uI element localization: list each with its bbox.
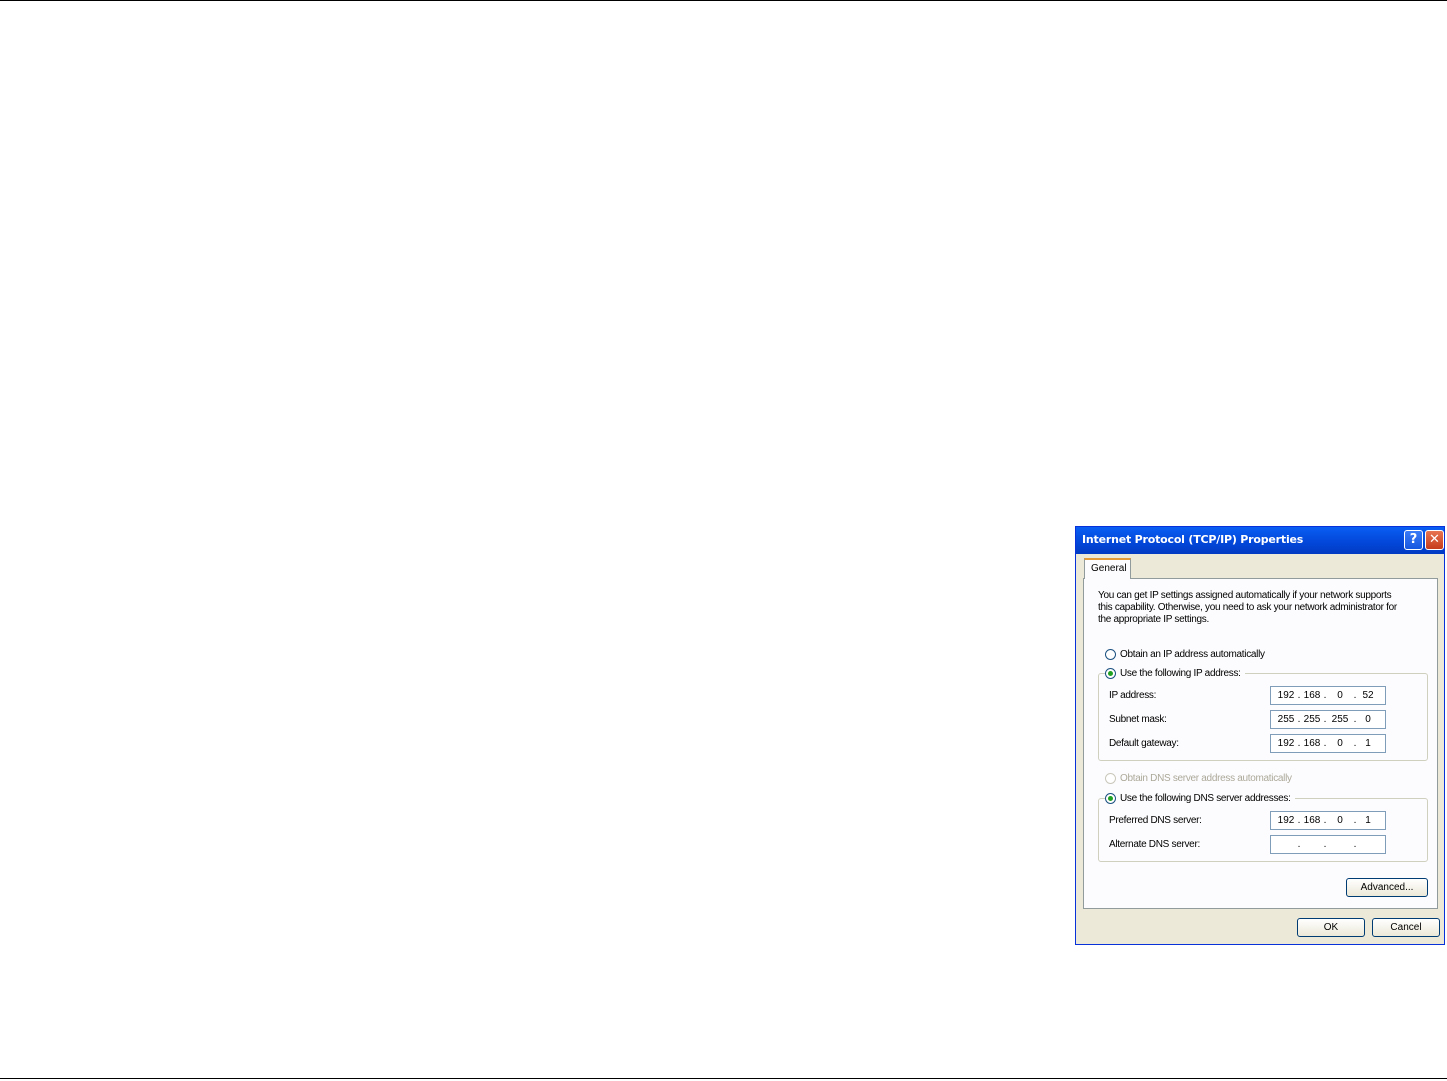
description-text: You can get IP settings assigned automat…: [1098, 590, 1428, 626]
description-line-3: the appropriate IP settings.: [1098, 614, 1209, 625]
adns-dot: .: [1323, 839, 1327, 850]
bottom-rule: [0, 1078, 1447, 1079]
ip-dot: .: [1323, 690, 1327, 701]
tcpip-properties-dialog: Internet Protocol (TCP/IP) Properties ? …: [1075, 526, 1445, 945]
help-icon: ?: [1409, 532, 1418, 547]
subnet-dot: .: [1323, 714, 1327, 725]
close-button[interactable]: ✕: [1425, 530, 1444, 550]
dns-auto-label: Obtain DNS server address automatically: [1120, 773, 1292, 784]
description-line-1: You can get IP settings assigned automat…: [1098, 590, 1392, 601]
gateway-octet-2[interactable]: 168: [1301, 738, 1323, 749]
top-rule: [0, 0, 1447, 1]
subnet-octet-1[interactable]: 255: [1275, 714, 1297, 725]
title-bar[interactable]: Internet Protocol (TCP/IP) Properties ? …: [1076, 527, 1444, 554]
cancel-button[interactable]: Cancel: [1372, 918, 1440, 937]
subnet-mask-field[interactable]: 255 . 255 . 255 . 0: [1270, 710, 1386, 729]
dns-manual-option[interactable]: Use the following DNS server addresses:: [1105, 793, 1295, 804]
pdns-octet-4[interactable]: 1: [1357, 815, 1379, 826]
subnet-mask-label: Subnet mask:: [1109, 714, 1167, 725]
ok-button[interactable]: OK: [1297, 918, 1365, 937]
ip-manual-option[interactable]: Use the following IP address:: [1105, 668, 1245, 679]
ip-octet-2[interactable]: 168: [1301, 690, 1323, 701]
preferred-dns-field[interactable]: 192 . 168 . 0 . 1: [1270, 811, 1386, 830]
ip-address-field[interactable]: 192 . 168 . 0 . 52: [1270, 686, 1386, 705]
adns-dot: .: [1353, 839, 1357, 850]
ip-auto-label: Obtain an IP address automatically: [1120, 649, 1265, 660]
dns-auto-radio[interactable]: [1105, 773, 1116, 784]
ip-auto-radio[interactable]: [1105, 649, 1116, 660]
subnet-octet-4[interactable]: 0: [1357, 714, 1379, 725]
pdns-octet-3[interactable]: 0: [1329, 815, 1351, 826]
pdns-dot: .: [1323, 815, 1327, 826]
subnet-octet-3[interactable]: 255: [1329, 714, 1351, 725]
ip-manual-radio[interactable]: [1105, 668, 1116, 679]
default-gateway-label: Default gateway:: [1109, 738, 1179, 749]
description-line-2: this capability. Otherwise, you need to …: [1098, 602, 1397, 613]
adns-dot: .: [1297, 839, 1301, 850]
general-panel: You can get IP settings assigned automat…: [1083, 578, 1438, 909]
ip-auto-option[interactable]: Obtain an IP address automatically: [1105, 649, 1265, 660]
help-button[interactable]: ?: [1404, 530, 1423, 550]
gateway-dot: .: [1323, 738, 1327, 749]
gateway-octet-3[interactable]: 0: [1329, 738, 1351, 749]
ip-octet-3[interactable]: 0: [1329, 690, 1351, 701]
dns-auto-option[interactable]: Obtain DNS server address automatically: [1105, 773, 1292, 784]
tab-general-label: General: [1091, 563, 1127, 574]
tab-general[interactable]: General: [1084, 558, 1131, 579]
gateway-octet-4[interactable]: 1: [1357, 738, 1379, 749]
alternate-dns-field[interactable]: . . .: [1270, 835, 1386, 854]
advanced-button[interactable]: Advanced...: [1346, 878, 1428, 897]
ip-manual-label: Use the following IP address:: [1120, 668, 1241, 679]
gateway-octet-1[interactable]: 192: [1275, 738, 1297, 749]
ip-octet-1[interactable]: 192: [1275, 690, 1297, 701]
pdns-octet-1[interactable]: 192: [1275, 815, 1297, 826]
dns-manual-label: Use the following DNS server addresses:: [1120, 793, 1291, 804]
subnet-octet-2[interactable]: 255: [1301, 714, 1323, 725]
pdns-octet-2[interactable]: 168: [1301, 815, 1323, 826]
close-icon: ✕: [1429, 532, 1440, 547]
ip-octet-4[interactable]: 52: [1357, 690, 1379, 701]
alternate-dns-label: Alternate DNS server:: [1109, 839, 1200, 850]
ip-address-label: IP address:: [1109, 690, 1157, 701]
dialog-title: Internet Protocol (TCP/IP) Properties: [1082, 533, 1304, 546]
default-gateway-field[interactable]: 192 . 168 . 0 . 1: [1270, 734, 1386, 753]
preferred-dns-label: Preferred DNS server:: [1109, 815, 1202, 826]
dns-manual-radio[interactable]: [1105, 793, 1116, 804]
